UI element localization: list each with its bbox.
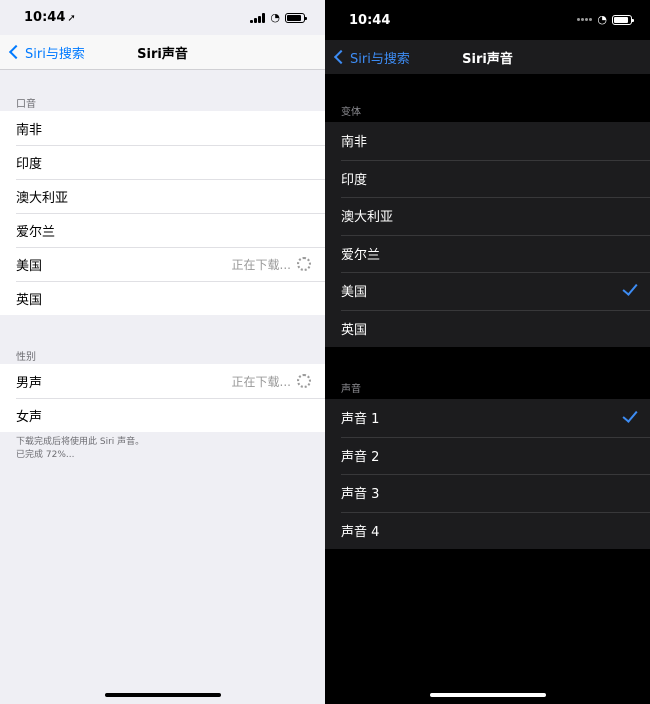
list-item-ireland[interactable]: 爱尔兰 <box>325 234 650 273</box>
back-button[interactable]: Siri与搜索 <box>333 48 410 67</box>
chevron-left-icon <box>333 49 349 65</box>
chevron-left-icon <box>8 44 24 60</box>
section-header-accent: 口音 <box>16 99 36 110</box>
list-item-label: 声音 2 <box>341 449 380 465</box>
list-item-australia[interactable]: 澳大利亚 <box>325 197 650 235</box>
list-item-ireland[interactable]: 爱尔兰 <box>0 213 325 247</box>
navigation-bar: Siri与搜索 Siri声音 <box>325 40 650 74</box>
loading-spinner-icon <box>297 374 311 388</box>
list-item-label: 男声 <box>16 375 43 391</box>
list-item-voice-1[interactable]: 声音 1 <box>325 399 650 437</box>
list-item-label: 爱尔兰 <box>341 247 381 263</box>
voice-list: 声音 1 声音 2 声音 3 声音 4 <box>325 399 650 549</box>
list-item-label: 印度 <box>16 156 43 172</box>
download-progress-text: 已完成 72%... <box>16 450 75 460</box>
home-indicator[interactable] <box>429 693 546 697</box>
status-time: 10:44 ➚ <box>24 10 76 25</box>
status-time: 10:44 <box>349 13 391 28</box>
list-item-usa[interactable]: 美国 正在下载... <box>0 247 325 281</box>
list-item-label: 南非 <box>16 122 43 138</box>
list-item-uk[interactable]: 英国 <box>0 281 325 315</box>
list-item-voice-2[interactable]: 声音 2 <box>325 436 650 475</box>
location-arrow-icon: ➚ <box>67 13 76 24</box>
light-screen: 10:44 ➚ ◔ Siri与搜索 Siri声音 口音 南非 印度 澳大利亚 爱尔… <box>0 0 325 704</box>
list-item-label: 声音 3 <box>341 487 380 503</box>
section-header-gender: 性别 <box>16 352 36 363</box>
list-item-label: 爱尔兰 <box>16 224 56 240</box>
list-item-india[interactable]: 印度 <box>325 159 650 198</box>
cellular-signal-icon <box>250 12 266 23</box>
list-item-label: 南非 <box>341 135 368 151</box>
status-bar: 10:44 ◔ <box>325 0 650 36</box>
list-item-label: 美国 <box>16 258 43 274</box>
back-button[interactable]: Siri与搜索 <box>8 43 85 62</box>
back-label: Siri与搜索 <box>350 51 410 67</box>
dark-screen: 10:44 ◔ Siri与搜索 Siri声音 变体 南非 印度 澳大利亚 爱尔兰… <box>325 0 650 704</box>
list-item-label: 澳大利亚 <box>16 190 69 206</box>
variant-list: 南非 印度 澳大利亚 爱尔兰 美国 英国 <box>325 122 650 347</box>
list-item-australia[interactable]: 澳大利亚 <box>0 179 325 213</box>
back-label: Siri与搜索 <box>25 46 85 62</box>
list-item-label: 女声 <box>16 409 43 425</box>
list-item-label: 澳大利亚 <box>341 210 394 226</box>
download-status: 正在下载... <box>231 257 291 272</box>
list-item-male[interactable]: 男声 正在下载... <box>0 364 325 398</box>
list-item-female[interactable]: 女声 <box>0 398 325 432</box>
list-item-label: 英国 <box>16 292 43 308</box>
download-note-line: 下载完成后将使用此 Siri 声音。 <box>16 437 145 447</box>
wifi-icon: ◔ <box>270 11 280 24</box>
checkmark-icon <box>622 280 638 296</box>
list-item-label: 声音 4 <box>341 524 380 540</box>
download-status: 正在下载... <box>231 374 291 389</box>
battery-icon <box>612 14 634 25</box>
wifi-icon: ◔ <box>597 13 607 26</box>
list-item-label: 美国 <box>341 285 368 301</box>
accent-list: 南非 印度 澳大利亚 爱尔兰 美国 正在下载... 英国 <box>0 111 325 315</box>
home-indicator[interactable] <box>104 693 221 697</box>
list-item-uk[interactable]: 英国 <box>325 309 650 348</box>
checkmark-icon <box>622 407 638 423</box>
list-item-voice-4[interactable]: 声音 4 <box>325 511 650 550</box>
list-item-label: 印度 <box>341 172 368 188</box>
battery-icon <box>285 12 307 23</box>
cellular-signal-icon <box>577 15 593 25</box>
gender-list: 男声 正在下载... 女声 <box>0 364 325 432</box>
list-item-south-africa[interactable]: 南非 <box>0 111 325 145</box>
section-header-voice: 声音 <box>341 384 361 395</box>
list-item-south-africa[interactable]: 南非 <box>325 122 650 160</box>
navigation-bar: Siri与搜索 Siri声音 <box>0 35 325 70</box>
section-header-variant: 变体 <box>341 107 361 118</box>
status-bar: 10:44 ➚ ◔ <box>0 0 325 36</box>
loading-spinner-icon <box>297 257 311 271</box>
list-item-usa[interactable]: 美国 <box>325 272 650 310</box>
list-item-voice-3[interactable]: 声音 3 <box>325 474 650 512</box>
download-note: 下载完成后将使用此 Siri 声音。 已完成 72%... <box>16 436 144 462</box>
list-item-label: 声音 1 <box>341 412 380 428</box>
list-item-india[interactable]: 印度 <box>0 145 325 179</box>
list-item-label: 英国 <box>341 322 368 338</box>
